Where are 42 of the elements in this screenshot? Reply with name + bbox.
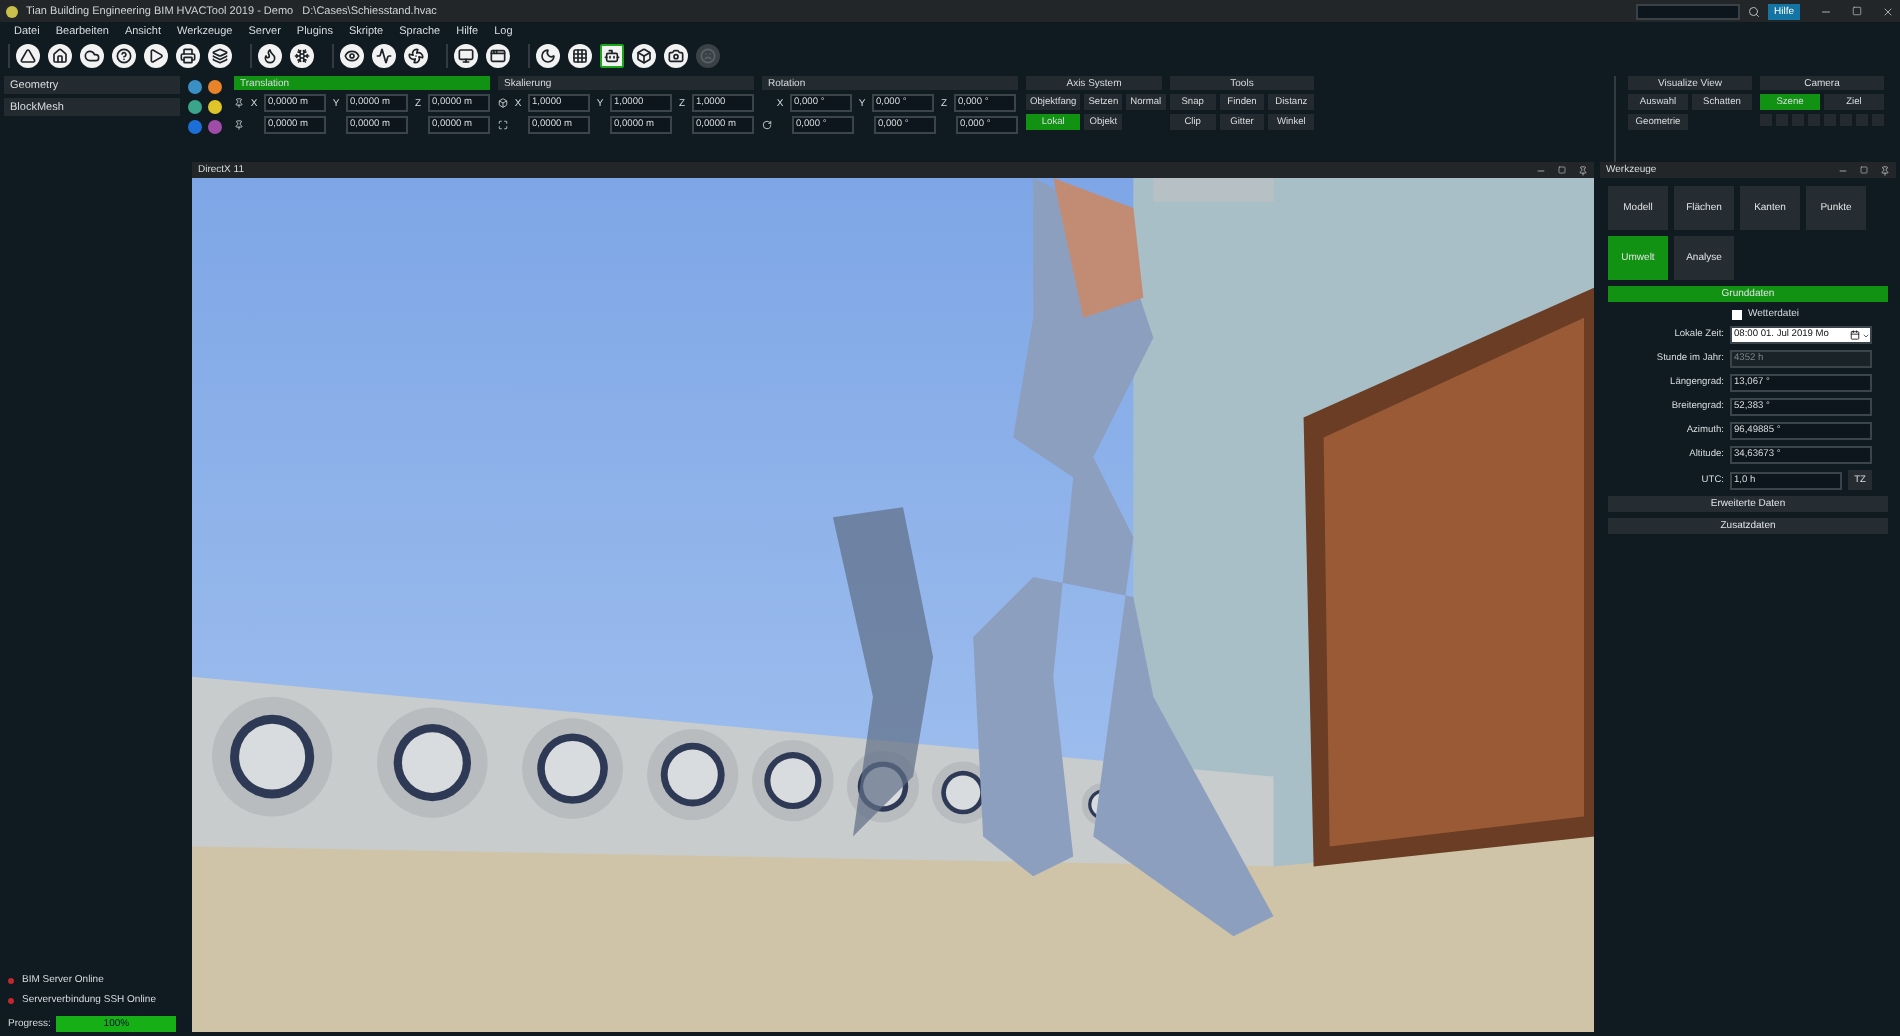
maximize-icon[interactable] bbox=[1860, 166, 1868, 174]
toolbar-monitor-button[interactable] bbox=[454, 44, 478, 68]
restore-icon[interactable] bbox=[1852, 6, 1862, 16]
calendar-icon[interactable] bbox=[1850, 330, 1860, 340]
toolbar-printer-button[interactable] bbox=[176, 44, 200, 68]
transform-icon bbox=[234, 98, 244, 108]
toolbar-box-button[interactable] bbox=[632, 44, 656, 68]
tool-circle-icon[interactable] bbox=[208, 80, 222, 94]
toolbar-window-button[interactable] bbox=[486, 44, 510, 68]
search-field[interactable] bbox=[1635, 3, 1740, 19]
search-icon[interactable] bbox=[1747, 5, 1760, 17]
transform-icon bbox=[762, 120, 772, 130]
close-icon[interactable] bbox=[1882, 5, 1894, 17]
toolbar-fan-button[interactable] bbox=[404, 44, 428, 68]
minimize-icon[interactable] bbox=[1820, 5, 1832, 17]
toolbar-camera-button[interactable] bbox=[664, 44, 688, 68]
toolbar-house-button[interactable] bbox=[48, 44, 72, 68]
toolbar-layers-button[interactable] bbox=[208, 44, 232, 68]
transform-icon bbox=[498, 98, 508, 108]
app-logo-icon bbox=[6, 5, 18, 17]
toolbar-grid-button[interactable] bbox=[568, 44, 592, 68]
tool-circle-icon[interactable] bbox=[188, 100, 202, 114]
pin-icon[interactable] bbox=[1578, 165, 1588, 175]
toolbar-wave-button[interactable] bbox=[372, 44, 396, 68]
tool-circle-icon[interactable] bbox=[208, 100, 222, 114]
checkbox[interactable] bbox=[1732, 309, 1742, 319]
toolbar-robot-button[interactable] bbox=[600, 44, 624, 68]
minimize-icon[interactable] bbox=[1838, 165, 1848, 175]
maximize-icon[interactable] bbox=[1558, 166, 1566, 174]
toolbar-snowflake-button[interactable] bbox=[290, 44, 314, 68]
toolbar-play-button[interactable] bbox=[144, 44, 168, 68]
minimize-icon[interactable] bbox=[1536, 165, 1546, 175]
pin-icon[interactable] bbox=[1880, 165, 1890, 175]
toolbar-moon-button[interactable] bbox=[536, 44, 560, 68]
tool-circle-icon[interactable] bbox=[188, 80, 202, 94]
toolbar-flame-button[interactable] bbox=[258, 44, 282, 68]
transform-icon bbox=[234, 120, 244, 130]
transform-icon bbox=[498, 120, 508, 130]
toolbar-eye-button[interactable] bbox=[340, 44, 364, 68]
toolbar-help-button[interactable] bbox=[112, 44, 136, 68]
toolbar-cloud-button[interactable] bbox=[80, 44, 104, 68]
toolbar-triangle-button[interactable] bbox=[16, 44, 40, 68]
